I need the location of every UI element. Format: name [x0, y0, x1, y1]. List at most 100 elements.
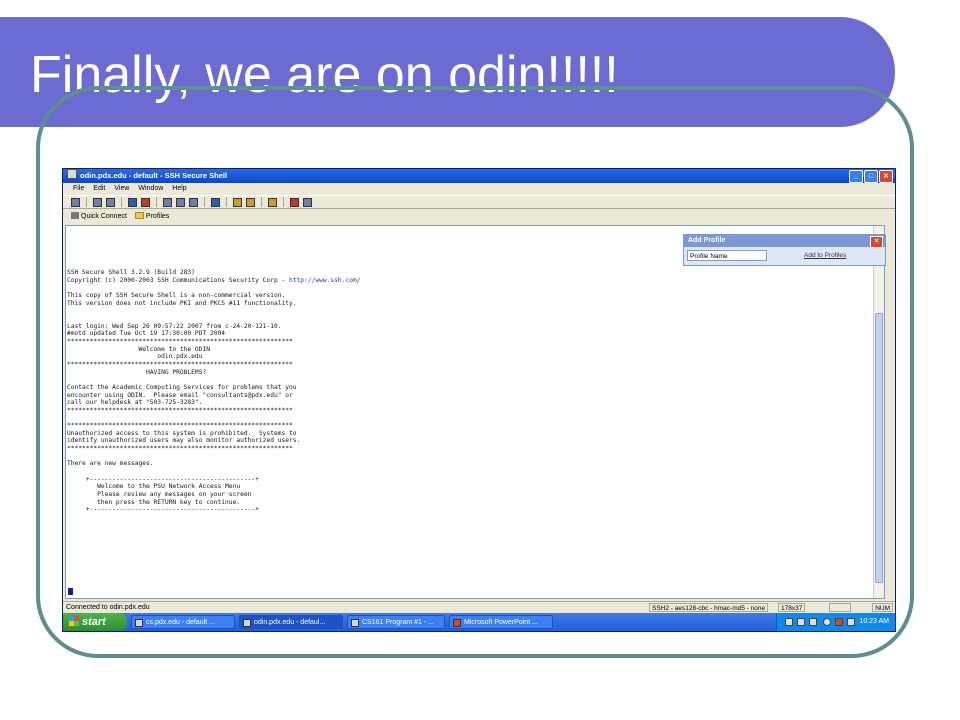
- add-profile-close-button[interactable]: ✕: [870, 236, 883, 248]
- terminal-line: ****************************************…: [67, 337, 293, 345]
- settings-icon[interactable]: [268, 197, 277, 207]
- menu-view[interactable]: View: [114, 183, 129, 194]
- app-icon: [67, 169, 77, 179]
- terminal-line: Welcome to the ODIN: [67, 345, 210, 353]
- menu-bar: File Edit View Window Help: [63, 183, 895, 194]
- toolbar: [63, 195, 895, 209]
- terminal-size: 178x37: [778, 603, 806, 612]
- num-lock-indicator: NUM: [872, 603, 893, 612]
- taskbar-item-label: CS161 Program #1 - ...: [362, 619, 434, 626]
- menu-edit[interactable]: Edit: [93, 183, 105, 194]
- taskbar-item-odin[interactable]: odin.pdx.edu - defaul...: [239, 615, 343, 629]
- terminal-area[interactable]: SSH Secure Shell 3.2.9 (Build 283) Copyr…: [65, 225, 885, 599]
- profile-name-input[interactable]: Profile Name: [687, 250, 767, 261]
- disconnect-icon[interactable]: [141, 197, 150, 207]
- new-file-transfer-icon[interactable]: [246, 197, 255, 207]
- terminal-line: odin.pdx.edu: [67, 353, 203, 361]
- quick-connect-button[interactable]: Quick Connect: [71, 212, 127, 220]
- windows-logo-icon: [69, 616, 79, 626]
- maximize-button[interactable]: □: [864, 170, 878, 183]
- taskbar-item-label: cs.pdx.edu - default ...: [146, 619, 215, 626]
- terminal-icon: [243, 619, 251, 627]
- powerpoint-icon: [453, 619, 461, 627]
- security-icon[interactable]: [835, 618, 843, 626]
- start-button[interactable]: start: [63, 613, 127, 631]
- profiles-label: Profiles: [145, 213, 170, 220]
- add-profile-panel: Add Profile ✕ Profile Name Add to Profil…: [683, 234, 886, 266]
- paste-special-icon[interactable]: [189, 197, 198, 207]
- taskbar-item-cs[interactable]: cs.pdx.edu - default ...: [131, 615, 235, 629]
- terminal-line: HAVING PROBLEMS?: [67, 368, 207, 376]
- terminal-line: ****************************************…: [67, 445, 293, 453]
- taskbar: start cs.pdx.edu - default ... odin.pdx.…: [63, 613, 895, 631]
- terminal-scrollbar[interactable]: [873, 226, 884, 598]
- terminal-line: Unauthorized access to this system is pr…: [67, 429, 297, 437]
- find-icon[interactable]: [211, 197, 220, 207]
- terminal-line: identify unauthorized users may also mon…: [67, 437, 301, 445]
- menu-window[interactable]: Window: [138, 183, 163, 194]
- terminal-line: +---------------------------------------…: [67, 506, 259, 514]
- toolbar-separator: [121, 197, 122, 207]
- folder-icon: [134, 212, 144, 219]
- status-bar: Connected to odin.pdx.edu SSH2 - aes128-…: [63, 601, 895, 613]
- taskbar-item-label: Microsoft PowerPoint ...: [464, 619, 538, 626]
- terminal-line: encounter using ODIN. Please email "cons…: [67, 391, 293, 399]
- window-title: odin.pdx.edu - default - SSH Secure Shel…: [80, 171, 228, 180]
- terminal-line: SSH Secure Shell 3.2.9 (Build 283): [67, 269, 195, 276]
- taskbar-item-cs161[interactable]: CS161 Program #1 - ...: [347, 615, 445, 629]
- quick-connect-label: Quick Connect: [81, 213, 127, 220]
- save-icon[interactable]: [71, 197, 80, 207]
- terminal-line: Contact the Academic Computing Services …: [67, 383, 297, 391]
- connection-status: Connected to odin.pdx.edu: [66, 604, 150, 611]
- system-tray: 10:23 AM: [776, 613, 895, 631]
- terminal-line: This version does not include PKI and PK…: [67, 299, 297, 307]
- terminal-line: There are new messages.: [67, 460, 154, 468]
- volume-icon[interactable]: [847, 618, 855, 626]
- profiles-button[interactable]: Profiles: [134, 212, 170, 220]
- lock-icon: [829, 603, 851, 612]
- copy-icon[interactable]: [163, 197, 172, 207]
- add-to-profiles-link[interactable]: Add to Profiles: [804, 252, 846, 259]
- connect-icon[interactable]: [128, 197, 137, 207]
- ssh-window: odin.pdx.edu - default - SSH Secure Shel…: [62, 168, 896, 632]
- menu-help[interactable]: Help: [172, 183, 186, 194]
- collapse-tray-icon[interactable]: [823, 618, 831, 626]
- terminal-line: ****************************************…: [67, 360, 293, 368]
- terminal-line: ****************************************…: [67, 406, 293, 414]
- terminal-line: Please review any messages on your scree…: [67, 491, 252, 499]
- add-profile-title: Add Profile: [684, 235, 885, 247]
- terminal-line: then press the RETURN key to continue.: [67, 498, 241, 506]
- toolbar-separator: [204, 197, 205, 207]
- help-icon[interactable]: [809, 618, 817, 626]
- ssh-url-link[interactable]: http://www.ssh.com/: [289, 277, 361, 284]
- display-icon[interactable]: [797, 618, 805, 626]
- scrollbar-thumb[interactable]: [875, 313, 883, 583]
- window-titlebar: odin.pdx.edu - default - SSH Secure Shel…: [63, 169, 895, 183]
- terminal-line: This copy of SSH Secure Shell is a non-c…: [67, 291, 286, 299]
- terminal-line: #motd updated Tue Oct 19 17:30:00 PDT 20…: [67, 330, 226, 338]
- minimize-button[interactable]: _: [849, 170, 863, 183]
- document-icon: [351, 619, 359, 627]
- toolbar-separator: [86, 197, 87, 207]
- terminal-line: Last login: Wed Sep 26 09:57:22 2007 fro…: [67, 322, 282, 330]
- terminal-line: Copyright (c) 2000-2003 SSH Communicatio…: [67, 276, 290, 284]
- paste-icon[interactable]: [176, 197, 185, 207]
- toolbar-separator: [283, 197, 284, 207]
- help-icon[interactable]: [303, 197, 312, 207]
- terminal-cursor: [68, 588, 73, 595]
- print-icon[interactable]: [93, 197, 102, 207]
- quick-connect-icon: [71, 212, 79, 219]
- terminal-line: ****************************************…: [67, 422, 293, 430]
- network-icon[interactable]: [785, 618, 793, 626]
- terminal-line: +---------------------------------------…: [67, 475, 259, 483]
- close-button[interactable]: ✕: [879, 170, 893, 183]
- taskbar-item-powerpoint[interactable]: Microsoft PowerPoint ...: [449, 615, 553, 629]
- menu-file[interactable]: File: [73, 183, 84, 194]
- terminal-output: SSH Secure Shell 3.2.9 (Build 283) Copyr…: [67, 269, 361, 514]
- quick-connect-bar: Quick Connect Profiles: [63, 210, 895, 222]
- print-preview-icon[interactable]: [106, 197, 115, 207]
- terminal-line: call our helpdesk at "503-725-3283".: [67, 399, 203, 407]
- new-terminal-icon[interactable]: [233, 197, 242, 207]
- profile-icon[interactable]: [290, 197, 299, 207]
- cipher-status: SSH2 - aes128-cbc - hmac-md5 - none: [649, 603, 769, 612]
